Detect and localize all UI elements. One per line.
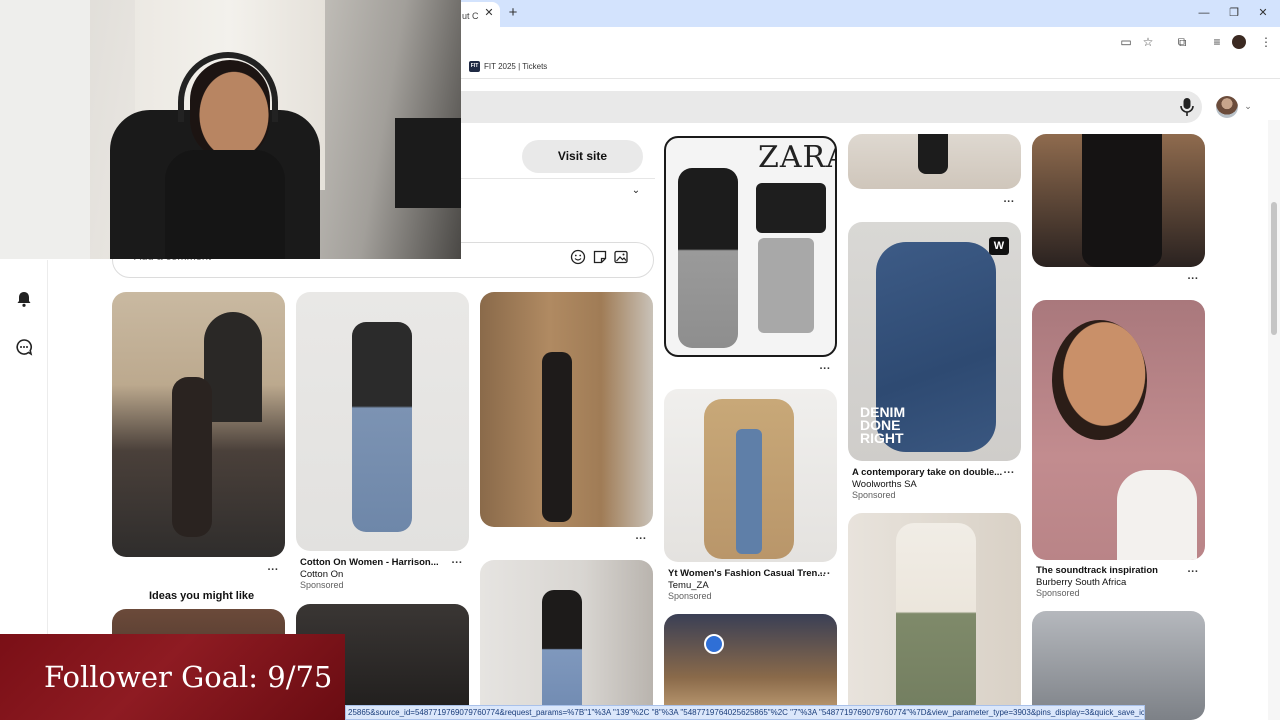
pin-source[interactable]: Woolworths SA [852,479,917,490]
pin-figure-shape [896,523,976,720]
pin-cotton-on[interactable] [296,292,469,551]
pin-white-blazer[interactable] [848,513,1021,720]
pin-shoes[interactable] [848,134,1021,189]
pin-face-shape [1052,320,1147,440]
visit-site-button[interactable]: Visit site [522,140,643,173]
sticker-icon[interactable] [592,249,608,265]
window-close-icon[interactable]: ✕ [1252,5,1274,21]
cast-icon[interactable]: ▭ [1117,33,1135,51]
pin-more-button[interactable]: ··· [1186,566,1200,578]
sponsored-label: Sponsored [300,580,344,590]
account-chevron-down-icon[interactable]: ⌄ [1242,100,1254,112]
webcam-desk-shape [395,118,461,208]
webcam-person-body [165,150,285,259]
minimize-icon[interactable]: — [1193,5,1215,21]
pin-strapless-top[interactable] [480,560,653,720]
sponsored-label: Sponsored [668,591,712,601]
user-avatar[interactable] [1216,96,1238,118]
pin-figure-shape [678,168,738,348]
pin-more-button[interactable]: ··· [634,533,648,545]
pin-figure-shape [172,377,212,537]
pin-zara-outfit[interactable]: ZARA [664,136,837,357]
pin-figure-shape [542,352,572,522]
pin-figure-shape [918,134,948,174]
bookmark-fit-tickets[interactable]: FIT 2025 | Tickets [484,61,547,72]
webcam-overlay [0,0,461,259]
emoji-icon[interactable] [570,249,586,265]
bookmark-star-icon[interactable]: ☆ [1139,33,1157,51]
pin-denim-shape [736,429,762,554]
pin-overlay-text: DENIM DONE RIGHT [860,404,906,446]
status-bar-url: 25865&source_id=548771976907976077​4&req… [345,705,1145,720]
pin-title[interactable]: The soundtrack inspiration [1036,565,1158,576]
left-nav-rail [0,260,48,640]
pin-more-button[interactable]: ··· [1186,273,1200,285]
pin-more-button[interactable]: ··· [1002,196,1016,208]
tab-title: ut C [462,11,479,21]
expand-chevron-down-icon[interactable]: ⌄ [628,184,644,198]
pin-figure-shape [352,322,412,532]
microphone-icon[interactable] [1178,97,1196,117]
search-input[interactable] [440,91,1202,123]
pin-source[interactable]: Temu_ZA [668,580,709,591]
browser-menu-icon[interactable]: ⋮ [1257,33,1275,51]
webcam-wall-shape [0,0,90,259]
pin-jeans-shape [758,238,814,333]
restore-icon[interactable]: ❐ [1223,5,1245,21]
pin-denim-done-right[interactable]: W DENIM DONE RIGHT [848,222,1021,461]
notifications-bell-icon[interactable] [15,290,33,308]
follower-goal-text: Follower Goal: 9/75 [44,660,333,694]
bookmark-favicon: FIT [469,61,480,72]
messages-icon[interactable] [15,338,33,356]
pin-source[interactable]: Burberry South Africa [1036,577,1126,588]
ideas-heading: Ideas you might like [149,590,255,602]
pin-more-button[interactable]: ··· [1002,467,1016,479]
image-upload-icon[interactable] [613,249,629,265]
pin-blazer-shape [756,183,826,233]
pin-burberry-portrait[interactable] [1032,300,1205,560]
pin-top-shape [1117,470,1197,560]
pin-title[interactable]: Yt Women's Fashion Casual Tren... [668,568,825,579]
pin-more-button[interactable]: ··· [818,568,832,580]
sponsored-label: Sponsored [852,490,896,500]
extensions-icon[interactable]: ⧉ [1173,33,1191,51]
pin-more-button[interactable]: ··· [266,564,280,576]
pin-door-shape [204,312,262,422]
pin-more-button[interactable]: ··· [450,557,464,569]
pin-title[interactable]: A contemporary take on double... [852,467,1002,478]
profile-avatar[interactable] [1232,35,1246,49]
sponsored-label: Sponsored [1036,588,1080,598]
pin-trench-coat[interactable] [664,389,837,562]
pin-figure-shape [542,590,582,720]
pin-figure-shape [1082,134,1162,267]
close-tab-icon[interactable]: ✕ [482,6,496,20]
media-icon[interactable]: ≡ [1208,33,1226,51]
scrollbar-thumb[interactable] [1271,202,1277,335]
pin-outfit-street[interactable] [112,292,285,557]
pin-sign-shape [704,634,724,654]
pin-lace-top[interactable] [1032,134,1205,267]
pin-more-button[interactable]: ··· [818,363,832,375]
pin-building[interactable] [1032,611,1205,720]
pin-source[interactable]: Cotton On [300,569,343,580]
pin-brand-badge: W [989,237,1009,255]
panel-divider [460,178,655,179]
pin-zara-logo: ZARA [758,140,835,175]
pin-mirror-selfie[interactable] [480,292,653,527]
pin-title[interactable]: Cotton On Women - Harrison... [300,557,439,568]
new-tab-icon[interactable]: + [505,5,521,21]
